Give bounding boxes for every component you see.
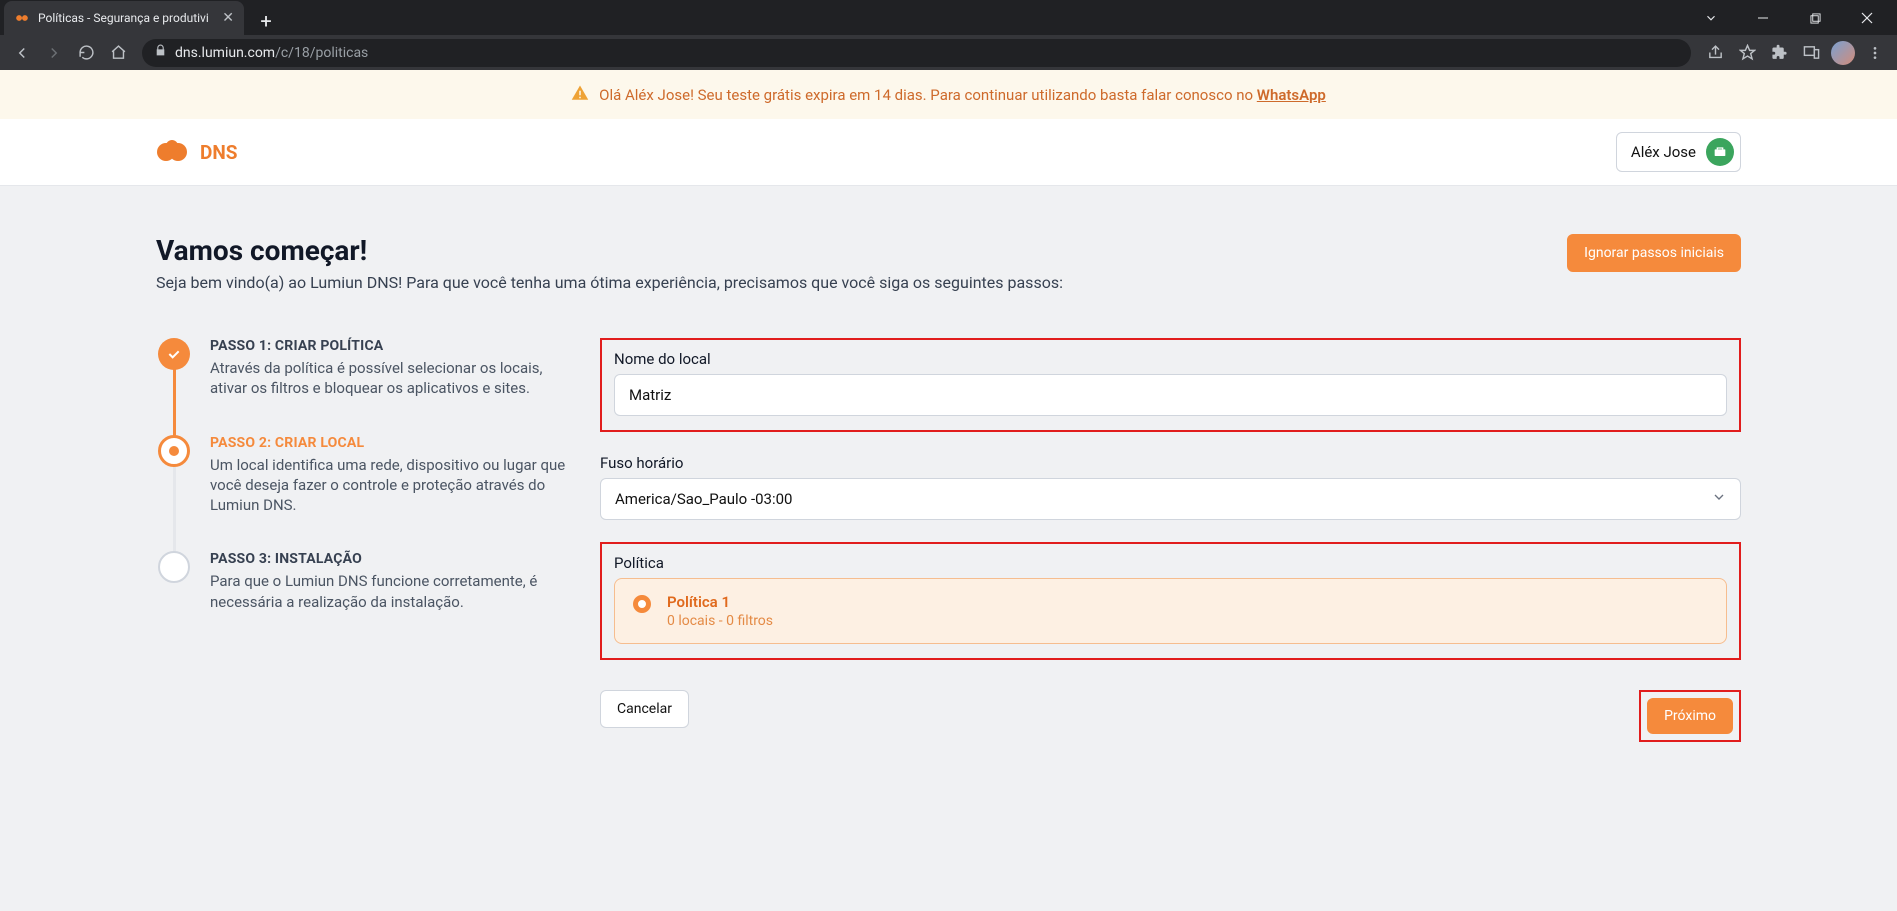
close-icon[interactable]: ✕	[222, 11, 234, 25]
whatsapp-link[interactable]: WhatsApp	[1257, 86, 1326, 104]
extensions-icon[interactable]	[1765, 39, 1793, 67]
form-column: Nome do local Fuso horário Política	[600, 338, 1741, 742]
maximize-icon[interactable]	[1793, 3, 1837, 33]
tab-title: Políticas - Segurança e produtivi	[38, 11, 214, 25]
timezone-block: Fuso horário	[600, 454, 1741, 520]
step-title: PASSO 2: CRIAR LOCAL	[210, 435, 570, 451]
local-name-input[interactable]	[614, 374, 1727, 416]
policy-option-name: Política 1	[667, 593, 773, 611]
main-content: Vamos começar! Seja bem vindo(a) ao Lumi…	[0, 186, 1897, 782]
chevron-down-icon[interactable]	[1689, 3, 1733, 33]
step-title: PASSO 1: CRIAR POLÍTICA	[210, 338, 570, 354]
skip-button[interactable]: Ignorar passos iniciais	[1567, 234, 1741, 272]
policy-option-sub: 0 locais - 0 filtros	[667, 613, 773, 629]
url-host: dns.lumiun.com	[175, 45, 275, 61]
profile-avatar[interactable]	[1829, 39, 1857, 67]
bookmark-icon[interactable]	[1733, 39, 1761, 67]
step-marker-done	[158, 338, 190, 370]
logo-icon	[156, 139, 188, 165]
browser-chrome: Políticas - Segurança e produtivi ✕ +	[0, 0, 1897, 70]
step-desc: Para que o Lumiun DNS funcione corretame…	[210, 571, 570, 612]
next-button-highlight: Próximo	[1639, 690, 1741, 742]
product-name: DNS	[200, 141, 237, 164]
window-controls	[1689, 1, 1897, 35]
product-logo[interactable]: DNS	[156, 139, 237, 165]
page-subtitle: Seja bem vindo(a) ao Lumiun DNS! Para qu…	[156, 273, 1063, 292]
radio-selected-icon	[633, 595, 651, 613]
browser-tab[interactable]: Políticas - Segurança e produtivi ✕	[4, 1, 244, 35]
cancel-button[interactable]: Cancelar	[600, 690, 689, 728]
home-button[interactable]	[104, 39, 132, 67]
step-3: PASSO 3: INSTALAÇÃO Para que o Lumiun DN…	[158, 551, 576, 648]
policy-label: Política	[614, 554, 1727, 572]
step-title: PASSO 3: INSTALAÇÃO	[210, 551, 570, 567]
tab-bar: Políticas - Segurança e produtivi ✕ +	[0, 0, 1897, 35]
forward-button[interactable]	[40, 39, 68, 67]
new-tab-button[interactable]: +	[252, 7, 280, 35]
user-menu[interactable]: Aléx Jose	[1616, 132, 1741, 172]
step-desc: Através da política é possível seleciona…	[210, 358, 570, 399]
app-header: DNS Aléx Jose	[0, 119, 1897, 186]
minimize-icon[interactable]	[1741, 3, 1785, 33]
lock-icon	[154, 44, 167, 61]
stepper: PASSO 1: CRIAR POLÍTICA Através da polít…	[156, 338, 576, 742]
warning-icon	[571, 84, 589, 106]
policy-option[interactable]: Política 1 0 locais - 0 filtros	[614, 578, 1727, 644]
step-desc: Um local identifica uma rede, dispositiv…	[210, 455, 570, 516]
favicon-icon	[14, 10, 30, 26]
menu-icon[interactable]	[1861, 39, 1889, 67]
page-title: Vamos começar!	[156, 234, 1063, 267]
page-viewport: Olá Aléx Jose! Seu teste grátis expira e…	[0, 70, 1897, 911]
trial-banner: Olá Aléx Jose! Seu teste grátis expira e…	[0, 70, 1897, 119]
next-button[interactable]: Próximo	[1647, 698, 1733, 734]
step-marker-current	[158, 435, 190, 467]
timezone-select[interactable]	[600, 478, 1741, 520]
banner-text: Olá Aléx Jose! Seu teste grátis expira e…	[599, 86, 1326, 104]
step-marker-future	[158, 551, 190, 583]
local-name-label: Nome do local	[614, 350, 1727, 368]
step-2: PASSO 2: CRIAR LOCAL Um local identifica…	[158, 435, 576, 552]
window-close-icon[interactable]	[1845, 3, 1889, 33]
local-name-block: Nome do local	[600, 338, 1741, 432]
step-1: PASSO 1: CRIAR POLÍTICA Através da polít…	[158, 338, 576, 435]
reload-button[interactable]	[72, 39, 100, 67]
address-bar[interactable]: dns.lumiun.com/c/18/politicas	[142, 39, 1691, 67]
policy-block: Política Política 1 0 locais - 0 filtros	[600, 542, 1741, 660]
avatar-icon	[1706, 138, 1734, 166]
timezone-label: Fuso horário	[600, 454, 1741, 472]
browser-toolbar: dns.lumiun.com/c/18/politicas	[0, 35, 1897, 70]
user-name: Aléx Jose	[1631, 143, 1696, 161]
share-icon[interactable]	[1701, 39, 1729, 67]
url-path: /c/18/politicas	[275, 45, 368, 61]
devices-icon[interactable]	[1797, 39, 1825, 67]
back-button[interactable]	[8, 39, 36, 67]
